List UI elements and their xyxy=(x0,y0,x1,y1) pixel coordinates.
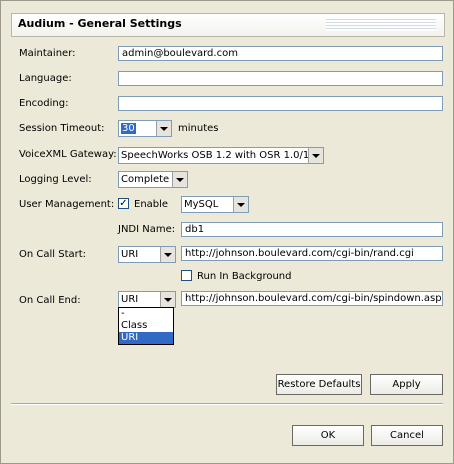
voicexml-gateway-select[interactable]: SpeechWorks OSB 1.2 with OSR 1.0/1.1 xyxy=(118,147,324,164)
db-type-select[interactable]: MySQL xyxy=(181,196,249,213)
section-title-bar: Audium - General Settings xyxy=(11,13,445,37)
voicexml-gateway-value: SpeechWorks OSB 1.2 with OSR 1.0/1.1 xyxy=(121,150,319,161)
enable-checkbox[interactable]: ✓ xyxy=(118,198,129,209)
voicexml-gateway-label: VoiceXML Gateway: xyxy=(19,149,117,160)
encoding-label: Encoding: xyxy=(19,98,69,109)
on-call-start-label: On Call Start: xyxy=(19,249,87,260)
chevron-down-icon[interactable] xyxy=(156,121,171,136)
logging-level-select[interactable]: Complete xyxy=(118,171,188,188)
session-timeout-unit: minutes xyxy=(178,123,219,134)
on-call-start-type-value: URI xyxy=(121,249,139,260)
chevron-down-icon[interactable] xyxy=(160,247,175,262)
on-call-end-type-value: URI xyxy=(121,294,139,305)
title-grip-decoration xyxy=(326,18,436,31)
chevron-down-icon[interactable] xyxy=(233,197,248,212)
chevron-down-icon[interactable] xyxy=(308,148,323,163)
session-timeout-value: 30 xyxy=(121,123,136,134)
maintainer-label: Maintainer: xyxy=(19,48,76,59)
run-in-background-label: Run In Background xyxy=(197,271,292,282)
on-call-start-url-input[interactable]: http://johnson.boulevard.com/cgi-bin/ran… xyxy=(181,246,443,261)
restore-defaults-button[interactable]: Restore Defaults xyxy=(276,374,362,395)
on-call-end-type-dropdown[interactable]: - Class URI xyxy=(118,307,174,345)
dropdown-option[interactable]: Class xyxy=(119,320,173,332)
dialog-frame: Audium - General Settings Maintainer: ad… xyxy=(0,0,454,464)
session-timeout-label: Session Timeout: xyxy=(19,123,105,134)
on-call-end-type-select[interactable]: URI xyxy=(118,291,176,308)
logging-level-label: Logging Level: xyxy=(19,174,92,185)
enable-label: Enable xyxy=(134,199,169,210)
chevron-down-icon[interactable] xyxy=(160,292,175,307)
run-in-background-checkbox[interactable] xyxy=(181,270,192,281)
on-call-start-type-select[interactable]: URI xyxy=(118,246,176,263)
on-call-end-url-input[interactable]: http://johnson.boulevard.com/cgi-bin/spi… xyxy=(181,291,443,306)
encoding-input[interactable] xyxy=(118,96,443,111)
language-label: Language: xyxy=(19,73,72,84)
language-input[interactable] xyxy=(118,71,443,86)
maintainer-input[interactable]: admin@boulevard.com xyxy=(118,46,443,61)
db-type-value: MySQL xyxy=(184,199,219,210)
user-management-label: User Management: xyxy=(19,199,115,210)
cancel-button[interactable]: Cancel xyxy=(371,425,443,446)
ok-button[interactable]: OK xyxy=(292,425,364,446)
settings-dialog: Audium - General Settings Maintainer: ad… xyxy=(0,0,454,464)
jndi-input[interactable]: db1 xyxy=(181,222,443,237)
apply-button[interactable]: Apply xyxy=(370,374,443,395)
page-title: Audium - General Settings xyxy=(18,17,182,30)
dropdown-option-selected[interactable]: URI xyxy=(119,332,173,344)
logging-level-value: Complete xyxy=(121,174,170,185)
dropdown-option[interactable]: - xyxy=(119,308,173,320)
chevron-down-icon[interactable] xyxy=(172,172,187,187)
session-timeout-combo[interactable]: 30 xyxy=(118,120,172,137)
on-call-end-label: On Call End: xyxy=(19,295,81,306)
divider xyxy=(11,403,443,405)
jndi-label: JNDI Name: xyxy=(118,224,176,235)
